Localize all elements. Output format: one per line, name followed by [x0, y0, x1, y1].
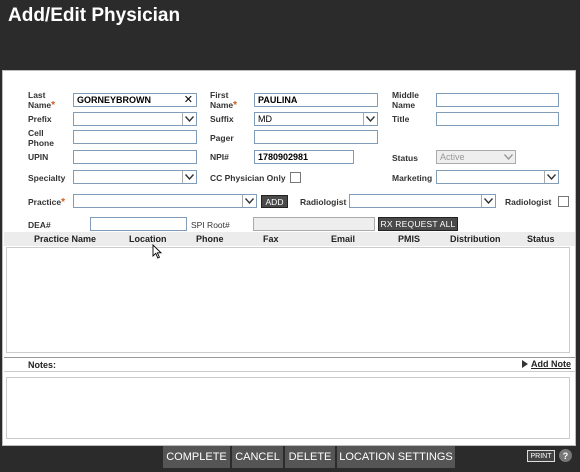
rx-request-all-button[interactable]: RX REQUEST ALL	[378, 217, 458, 231]
title-label: Title	[392, 114, 410, 124]
add-note-label: Add Note	[531, 359, 571, 369]
marketing-label: Marketing	[392, 173, 433, 183]
notes-bar: Notes: Add Note	[4, 357, 575, 372]
dropdown-arrow-icon	[544, 171, 558, 183]
cell-phone-field[interactable]	[73, 130, 197, 144]
pager-field[interactable]	[254, 130, 378, 144]
col-fax[interactable]: Fax	[263, 234, 279, 244]
add-note-arrow-icon	[522, 360, 528, 368]
col-distribution[interactable]: Distribution	[450, 234, 501, 244]
help-icon[interactable]: ?	[559, 449, 572, 462]
radiologist-checkbox-label: Radiologist	[505, 197, 552, 207]
col-pmis[interactable]: PMIS	[398, 234, 420, 244]
dropdown-arrow-icon	[182, 171, 196, 183]
print-button[interactable]: PRINT	[527, 450, 555, 462]
clear-x-icon[interactable]: ✕	[184, 94, 193, 106]
title-bar: Add/Edit Physician	[0, 0, 580, 70]
last-name-field[interactable]: GORNEYBROWN ✕	[73, 93, 197, 107]
cc-physician-label: CC Physician Only	[210, 173, 286, 183]
physician-form-panel: Last Name* GORNEYBROWN ✕ First Name* PAUL…	[2, 70, 576, 446]
spi-root-label: SPI Root#	[191, 220, 230, 230]
radiologist-select[interactable]	[349, 194, 496, 208]
notes-area[interactable]	[6, 377, 570, 439]
upin-label: UPIN	[28, 152, 49, 162]
location-settings-button[interactable]: LOCATION SETTINGS	[337, 446, 456, 468]
dropdown-arrow-icon	[481, 195, 495, 207]
suffix-select[interactable]: MD	[254, 112, 378, 126]
prefix-select[interactable]	[73, 112, 197, 126]
prefix-label: Prefix	[28, 114, 52, 124]
col-practice-name[interactable]: Practice Name	[34, 234, 96, 244]
practice-select[interactable]	[73, 194, 257, 208]
middle-name-label: Middle Name	[392, 90, 419, 110]
dropdown-arrow-icon	[242, 195, 256, 207]
cc-physician-checkbox[interactable]	[290, 172, 301, 183]
upin-field[interactable]	[73, 150, 197, 164]
npi-label: NPI#	[210, 152, 229, 162]
page-title: Add/Edit Physician	[8, 5, 181, 26]
title-field[interactable]	[436, 112, 559, 126]
suffix-label: Suffix	[210, 114, 234, 124]
npi-field[interactable]: 1780902981	[254, 150, 354, 164]
status-label: Status	[392, 153, 418, 163]
middle-name-field[interactable]	[436, 93, 559, 107]
complete-button[interactable]: COMPLETE	[163, 446, 231, 468]
spi-root-field	[253, 217, 375, 231]
radiologist-checkbox[interactable]	[558, 196, 569, 207]
specialty-select[interactable]	[73, 170, 197, 184]
pager-label: Pager	[210, 133, 234, 143]
dea-field[interactable]	[90, 217, 187, 231]
delete-button[interactable]: DELETE	[285, 446, 336, 468]
col-status[interactable]: Status	[527, 234, 555, 244]
dea-label: DEA#	[28, 220, 51, 230]
last-name-label: Last Name*	[28, 90, 56, 111]
first-name-label: First Name*	[210, 90, 238, 111]
dropdown-arrow-icon	[182, 113, 196, 125]
add-note-link[interactable]: Add Note	[522, 359, 571, 369]
practice-label: Practice*	[28, 197, 65, 208]
col-location[interactable]: Location	[129, 234, 167, 244]
marketing-select[interactable]	[436, 170, 559, 184]
cell-phone-label: Cell Phone	[28, 128, 54, 148]
first-name-field[interactable]: PAULINA	[254, 93, 378, 107]
col-phone[interactable]: Phone	[196, 234, 224, 244]
practice-grid-header: Practice Name Location Phone Fax Email P…	[4, 232, 575, 246]
mouse-cursor-icon	[152, 244, 162, 259]
specialty-label: Specialty	[28, 173, 66, 183]
add-practice-button[interactable]: ADD	[261, 195, 288, 208]
dropdown-arrow-icon	[501, 151, 515, 163]
dropdown-arrow-icon	[363, 113, 377, 125]
status-select[interactable]: Active	[436, 150, 516, 164]
notes-label: Notes:	[28, 360, 57, 370]
col-email[interactable]: Email	[331, 234, 355, 244]
practice-grid-body[interactable]	[6, 247, 570, 353]
cancel-button[interactable]: CANCEL	[232, 446, 284, 468]
radiologist-label: Radiologist	[300, 197, 347, 207]
